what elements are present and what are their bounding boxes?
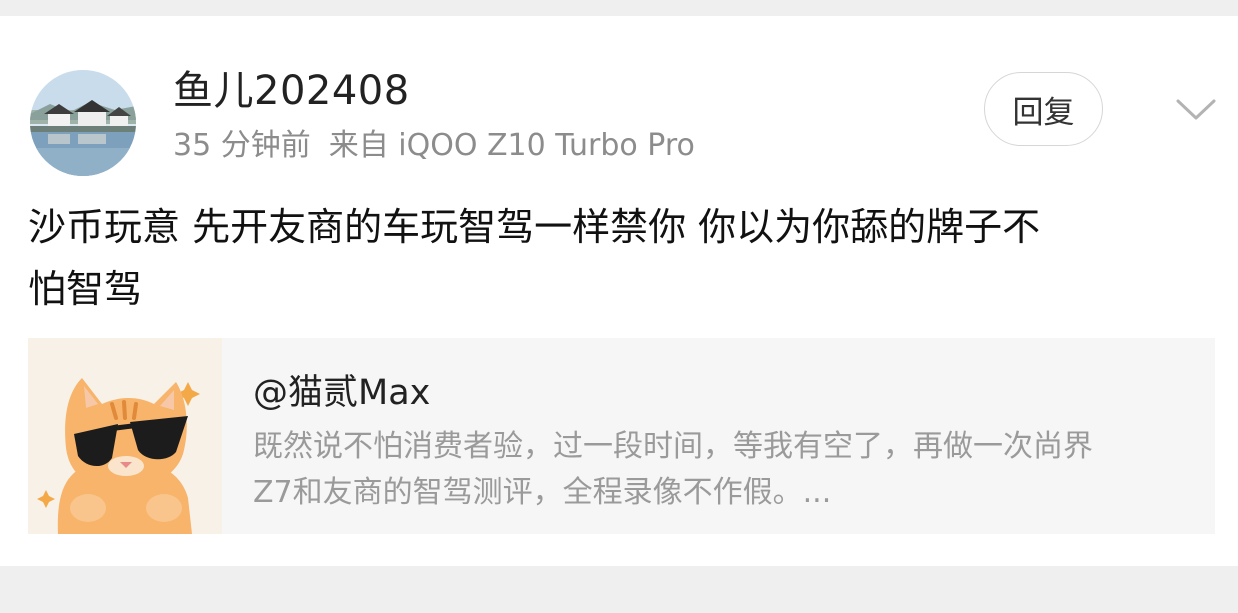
quoted-post-thumbnail: [28, 338, 222, 534]
quoted-text-line: 既然说不怕消费者验，过一段时间，等我有空了，再做一次尚界: [253, 429, 1093, 464]
comment-content-line: 怕智驾: [28, 267, 143, 311]
post-source: 来自 iQOO Z10 Turbo Pro: [328, 128, 695, 163]
post-time: 35 分钟前: [173, 128, 311, 163]
chevron-down-icon[interactable]: [1174, 94, 1218, 124]
comment-content-line: 沙币玩意 先开友商的车玩智驾一样禁你 你以为你舔的牌子不: [28, 205, 1041, 249]
quoted-post[interactable]: @猫贰Max 既然说不怕消费者验，过一段时间，等我有空了，再做一次尚界 Z7和友…: [28, 338, 1215, 534]
username[interactable]: 鱼儿202408: [173, 58, 410, 116]
quoted-text: 既然说不怕消费者验，过一段时间，等我有空了，再做一次尚界 Z7和友商的智驾测评，…: [253, 424, 1193, 516]
post-meta: 35 分钟前 来自 iQOO Z10 Turbo Pro: [173, 120, 695, 164]
reply-button[interactable]: 回复: [984, 72, 1103, 146]
quoted-text-line: Z7和友商的智驾测评，全程录像不作假。...: [253, 475, 832, 510]
avatar[interactable]: [30, 70, 136, 176]
comment-content: 沙币玩意 先开友商的车玩智驾一样禁你 你以为你舔的牌子不 怕智驾: [28, 196, 1218, 320]
quoted-author[interactable]: @猫贰Max: [253, 364, 430, 415]
comment-card: 鱼儿202408 35 分钟前 来自 iQOO Z10 Turbo Pro 回复 …: [0, 16, 1238, 566]
cat-sunglasses-image: [28, 338, 222, 534]
avatar-image: [30, 70, 136, 176]
